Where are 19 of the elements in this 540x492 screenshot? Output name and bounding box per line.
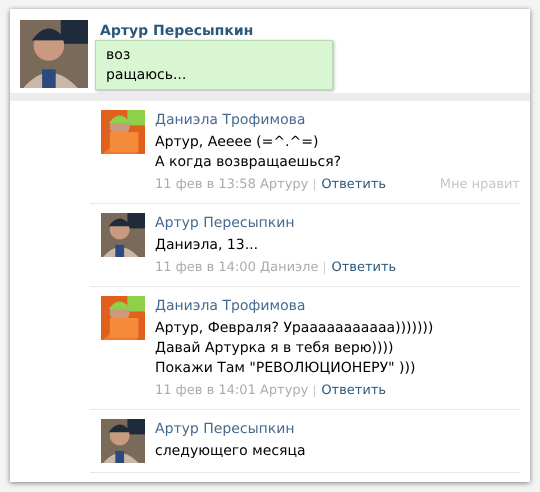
comment-text: А когда возвращаешься? [155, 153, 342, 172]
author-name[interactable]: Даниэла Трофимова [155, 296, 520, 316]
comment-text: Артур, Февраля? Урааааааааааа))))))) [155, 319, 434, 338]
comment-text: Артур, Аееее (=^.^=) [155, 133, 320, 152]
comment-date: 11 фев в 14:00 Даниэле [155, 259, 318, 277]
reply-link[interactable]: Ответить [331, 259, 396, 277]
reply-link[interactable]: Ответить [321, 176, 386, 194]
status-text: воз [106, 46, 132, 65]
status-text: ращаюсь... [106, 66, 188, 85]
comment-text: Покажи Там "РЕВОЛЮЦИОНЕРУ" ))) [155, 359, 416, 378]
comment-date: 11 фев в 13:58 Артуру [155, 176, 308, 194]
author-name[interactable]: Артур Пересыпкин [155, 213, 520, 233]
comment-date: 11 фев в 14:01 Артуру [155, 382, 308, 400]
comment-text: следующего месяца [155, 442, 307, 461]
comment-text: Даниэла, 13... [155, 236, 260, 255]
author-name[interactable]: Артур Пересыпкин [155, 419, 520, 439]
comment-text: Давай Артурка я в тебя верю)))) [155, 339, 394, 358]
reply-link[interactable]: Ответить [321, 382, 386, 400]
author-name[interactable]: Даниэла Трофимова [155, 110, 520, 130]
